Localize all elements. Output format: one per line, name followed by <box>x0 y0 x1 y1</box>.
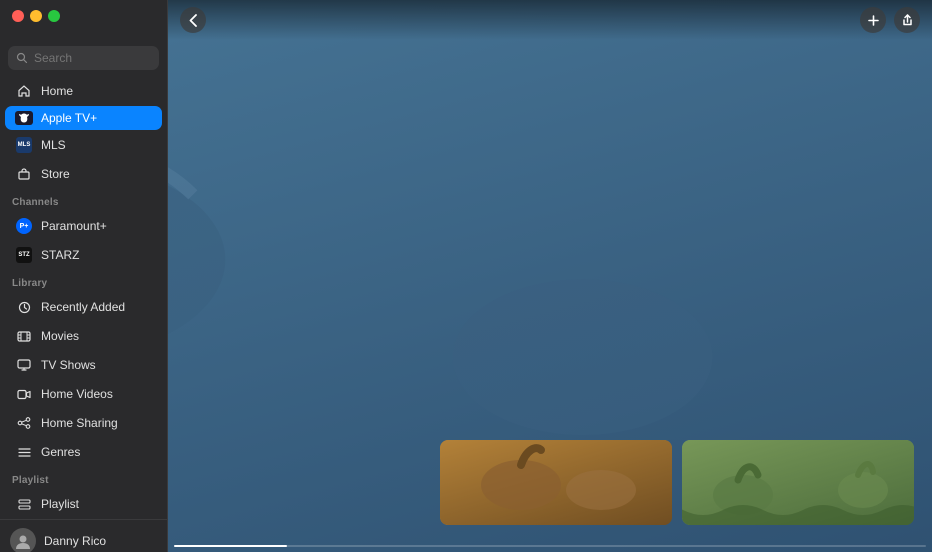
search-input[interactable] <box>34 51 151 65</box>
starz-icon: STZ <box>15 246 33 264</box>
episode-thumb-3[interactable] <box>682 440 914 525</box>
add-button[interactable] <box>860 7 886 33</box>
topbar-left <box>180 7 206 33</box>
nav-section: Home Apple TV+ MLS MLS Store <box>0 76 167 189</box>
channels-label: Channels <box>0 189 167 211</box>
maximize-dot[interactable] <box>48 10 60 22</box>
sidebar-item-playlist[interactable]: Playlist <box>5 490 162 518</box>
search-icon <box>16 52 28 64</box>
playlist-label: Playlist <box>0 467 167 489</box>
user-footer[interactable]: Danny Rico <box>0 519 167 552</box>
sidebar-item-label: Store <box>41 167 70 181</box>
sidebar-item-label: Genres <box>41 445 80 459</box>
mls-icon: MLS <box>15 136 33 154</box>
back-button[interactable] <box>180 7 206 33</box>
sidebar-item-recently-added[interactable]: Recently Added <box>5 293 162 321</box>
sidebar-item-appletv[interactable]: Apple TV+ <box>5 106 162 130</box>
sidebar-item-movies[interactable]: Movies <box>5 322 162 350</box>
store-icon <box>15 165 33 183</box>
sidebar-item-label: Playlist <box>41 497 79 511</box>
traffic-lights <box>12 10 60 22</box>
sidebar-item-home[interactable]: Home <box>5 77 162 105</box>
sidebar-item-home-videos[interactable]: Home Videos <box>5 380 162 408</box>
film-icon <box>15 327 33 345</box>
sidebar-item-label: Paramount+ <box>41 219 107 233</box>
sidebar-item-label: MLS <box>41 138 66 152</box>
sidebar-item-tvshows[interactable]: TV Shows <box>5 351 162 379</box>
main-content:  tv+ Prehistoric Planet Apple TV+ ▶ Pla… <box>168 0 932 552</box>
appletv-icon <box>15 111 33 125</box>
sidebar-item-home-sharing[interactable]: Home Sharing <box>5 409 162 437</box>
sidebar-item-label: Home <box>41 84 73 98</box>
sidebar-item-label: Apple TV+ <box>41 111 97 125</box>
topbar-right <box>860 7 920 33</box>
tv-icon <box>15 356 33 374</box>
share-button[interactable] <box>894 7 920 33</box>
channels-section: Channels P+ Paramount+ STZ STARZ <box>0 189 167 270</box>
video-icon <box>15 385 33 403</box>
search-bar[interactable] <box>8 46 159 70</box>
sidebar-item-starz[interactable]: STZ STARZ <box>5 241 162 269</box>
genres-icon <box>15 443 33 461</box>
sharing-icon <box>15 414 33 432</box>
sidebar-item-label: STARZ <box>41 248 79 262</box>
episode-thumb-1[interactable] <box>186 440 430 525</box>
avatar <box>10 528 36 552</box>
sidebar-item-label: Home Sharing <box>41 416 118 430</box>
paramount-icon: P+ <box>15 217 33 235</box>
sidebar-item-label: TV Shows <box>41 358 96 372</box>
sidebar-item-store[interactable]: Store <box>5 160 162 188</box>
episode-thumb-2[interactable] <box>440 440 672 525</box>
sidebar-item-label: Recently Added <box>41 300 125 314</box>
sidebar-item-paramount[interactable]: P+ Paramount+ <box>5 212 162 240</box>
sidebar-item-label: Home Videos <box>41 387 113 401</box>
user-name: Danny Rico <box>44 534 106 548</box>
sidebar: Home Apple TV+ MLS MLS Store <box>0 0 168 552</box>
episode-row <box>186 440 914 525</box>
sidebar-item-label: Movies <box>41 329 79 343</box>
clock-icon <box>15 298 33 316</box>
top-bar <box>168 0 932 40</box>
minimize-dot[interactable] <box>30 10 42 22</box>
bottom-section: Season 2 <box>168 400 932 552</box>
list-icon <box>15 495 33 513</box>
close-dot[interactable] <box>12 10 24 22</box>
playlist-section: Playlist Playlist <box>0 467 167 519</box>
sidebar-item-mls[interactable]: MLS MLS <box>5 131 162 159</box>
library-label: Library <box>0 270 167 292</box>
library-section: Library Recently Added <box>0 270 167 467</box>
home-icon <box>15 82 33 100</box>
sidebar-item-genres[interactable]: Genres <box>5 438 162 466</box>
